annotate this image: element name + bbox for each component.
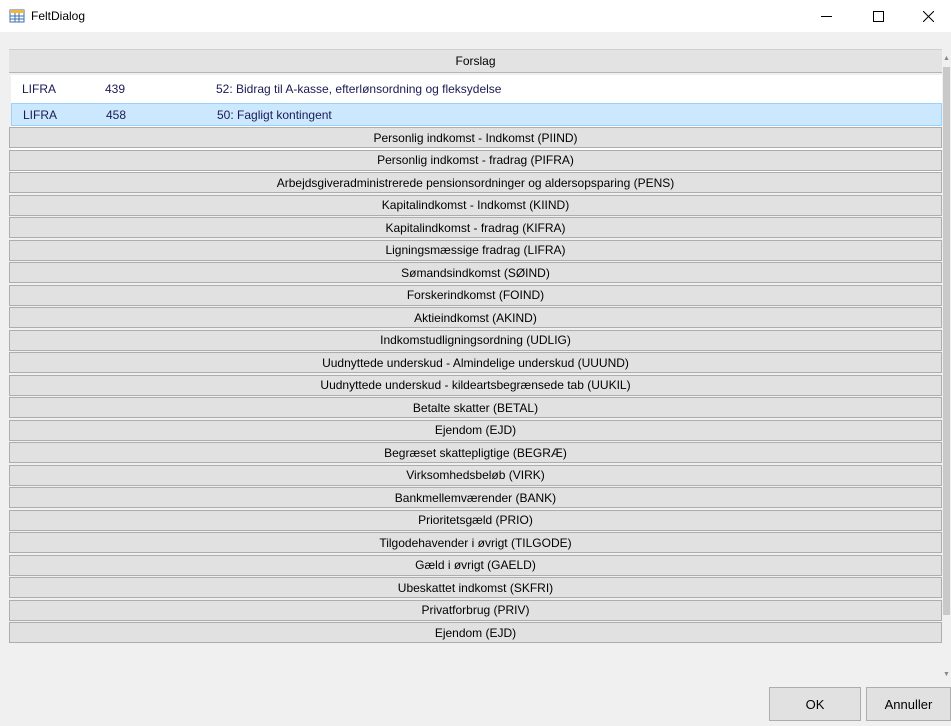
group-label: Ligningsmæssige fradrag (LIFRA) [385, 243, 566, 257]
group-button-akind[interactable]: Aktieindkomst (AKIND) [9, 307, 942, 328]
group-button-betal[interactable]: Betalte skatter (BETAL) [9, 397, 942, 418]
group-label: Betalte skatter (BETAL) [412, 400, 539, 415]
group-label: Indkomstudligningsordning (UDLIG) [380, 333, 571, 347]
group-button-tilgode[interactable]: Tilgodehavender i øvrigt (TILGODE) [9, 532, 942, 553]
group-button-foind[interactable]: Forskerindkomst (FOIND) [9, 284, 942, 306]
title-bar: FeltDialog [0, 0, 951, 32]
close-button[interactable] [905, 0, 951, 32]
group-label: Kapitalindkomst - Indkomst (KIIND) [381, 198, 570, 212]
vertical-scrollbar[interactable]: ▲ ▼ [942, 49, 951, 684]
group-label: Personlig indkomst - Indkomst (PIIND) [373, 130, 578, 145]
group-button-kifra[interactable]: Kapitalindkomst - fradrag (KIFRA) [9, 217, 942, 238]
suggestions-header[interactable]: Forslag [9, 49, 942, 73]
group-button-lifra[interactable]: Ligningsmæssige fradrag (LIFRA) [9, 239, 942, 261]
group-button-uuund[interactable]: Uudnyttede underskud - Almindelige under… [9, 352, 942, 373]
group-label: Ubeskattet indkomst (SKFRI) [397, 580, 554, 595]
group-button-udlig[interactable]: Indkomstudligningsordning (UDLIG) [9, 329, 942, 351]
group-label: Bankmellemværender (BANK) [394, 490, 557, 505]
group-button-uukil[interactable]: Uudnyttede underskud - kildeartsbegrænse… [9, 374, 942, 396]
list-item-number: 458 [106, 107, 127, 122]
group-label: Ejendom (EJD) [434, 423, 517, 437]
group-label: Virksomhedsbeløb (VIRK) [406, 468, 545, 482]
group-button-bank[interactable]: Bankmellemværender (BANK) [9, 487, 942, 508]
list-item-text: 50: Fagligt kontingent [217, 107, 332, 122]
list-item-selected[interactable]: LIFRA 458 50: Fagligt kontingent [11, 103, 942, 126]
minimize-icon [820, 15, 832, 17]
group-label: Kapitalindkomst - fradrag (KIFRA) [385, 220, 566, 235]
group-label: Prioritetsgæld (PRIO) [418, 513, 533, 527]
group-label: Privatforbrug (PRIV) [421, 603, 530, 617]
group-button-gaeld[interactable]: Gæld i øvrigt (GAELD) [9, 554, 942, 576]
scroll-up-arrow-icon[interactable]: ▲ [943, 55, 950, 62]
group-label: Uudnyttede underskud - Almindelige under… [322, 355, 629, 370]
dialog-footer: OK Annuller [0, 684, 951, 726]
grid-app-icon [9, 9, 25, 23]
scroll-down-arrow-icon[interactable]: ▼ [943, 671, 950, 678]
group-label: Sømandsindkomst (SØIND) [401, 265, 550, 280]
group-label: Personlig indkomst - fradrag (PIFRA) [377, 153, 574, 167]
group-button-pens[interactable]: Arbejdsgiveradministrerede pensionsordni… [9, 172, 942, 193]
window-title: FeltDialog [31, 9, 86, 23]
list-item-code: LIFRA [23, 107, 58, 122]
group-label: Begræset skattepligtige (BEGRÆ) [384, 445, 567, 460]
group-label: Arbejdsgiveradministrerede pensionsordni… [276, 175, 675, 190]
list-item-text: 52: Bidrag til A-kasse, efterlønsordning… [216, 81, 502, 96]
group-label: Uudnyttede underskud - kildeartsbegrænse… [320, 378, 631, 392]
minimize-button[interactable] [803, 0, 849, 32]
group-label: Tilgodehavender i øvrigt (TILGODE) [379, 535, 572, 550]
maximize-button[interactable] [855, 0, 901, 32]
group-label: Gæld i øvrigt (GAELD) [415, 558, 536, 572]
list-item-code: LIFRA [22, 81, 57, 96]
group-button-kiind[interactable]: Kapitalindkomst - Indkomst (KIIND) [9, 194, 942, 216]
group-button-soind[interactable]: Sømandsindkomst (SØIND) [9, 262, 942, 283]
group-button-ejd-2[interactable]: Ejendom (EJD) [9, 622, 942, 643]
group-button-virk[interactable]: Virksomhedsbeløb (VIRK) [9, 464, 942, 486]
group-button-skfri[interactable]: Ubeskattet indkomst (SKFRI) [9, 577, 942, 598]
list-item-number: 439 [105, 81, 126, 96]
group-label: Forskerindkomst (FOIND) [406, 288, 545, 302]
list-item[interactable]: LIFRA 439 52: Bidrag til A-kasse, efterl… [11, 77, 942, 100]
group-button-begrae[interactable]: Begræset skattepligtige (BEGRÆ) [9, 442, 942, 463]
group-list: Personlig indkomst - Indkomst (PIIND) Pe… [9, 127, 942, 645]
cancel-button[interactable]: Annuller [866, 687, 951, 721]
group-button-pifra[interactable]: Personlig indkomst - fradrag (PIFRA) [9, 149, 942, 171]
dialog-content: Forslag LIFRA 439 52: Bidrag til A-kasse… [9, 49, 942, 684]
group-button-piind[interactable]: Personlig indkomst - Indkomst (PIIND) [9, 127, 942, 148]
group-button-prio[interactable]: Prioritetsgæld (PRIO) [9, 509, 942, 531]
scrollbar-thumb[interactable] [943, 67, 950, 615]
ok-button[interactable]: OK [769, 687, 861, 721]
group-button-priv[interactable]: Privatforbrug (PRIV) [9, 599, 942, 621]
maximize-icon [872, 10, 884, 22]
suggestions-header-label: Forslag [455, 54, 496, 68]
group-button-ejd[interactable]: Ejendom (EJD) [9, 419, 942, 441]
close-icon [922, 10, 934, 22]
group-label: Aktieindkomst (AKIND) [414, 310, 537, 325]
group-label: Ejendom (EJD) [434, 625, 517, 640]
